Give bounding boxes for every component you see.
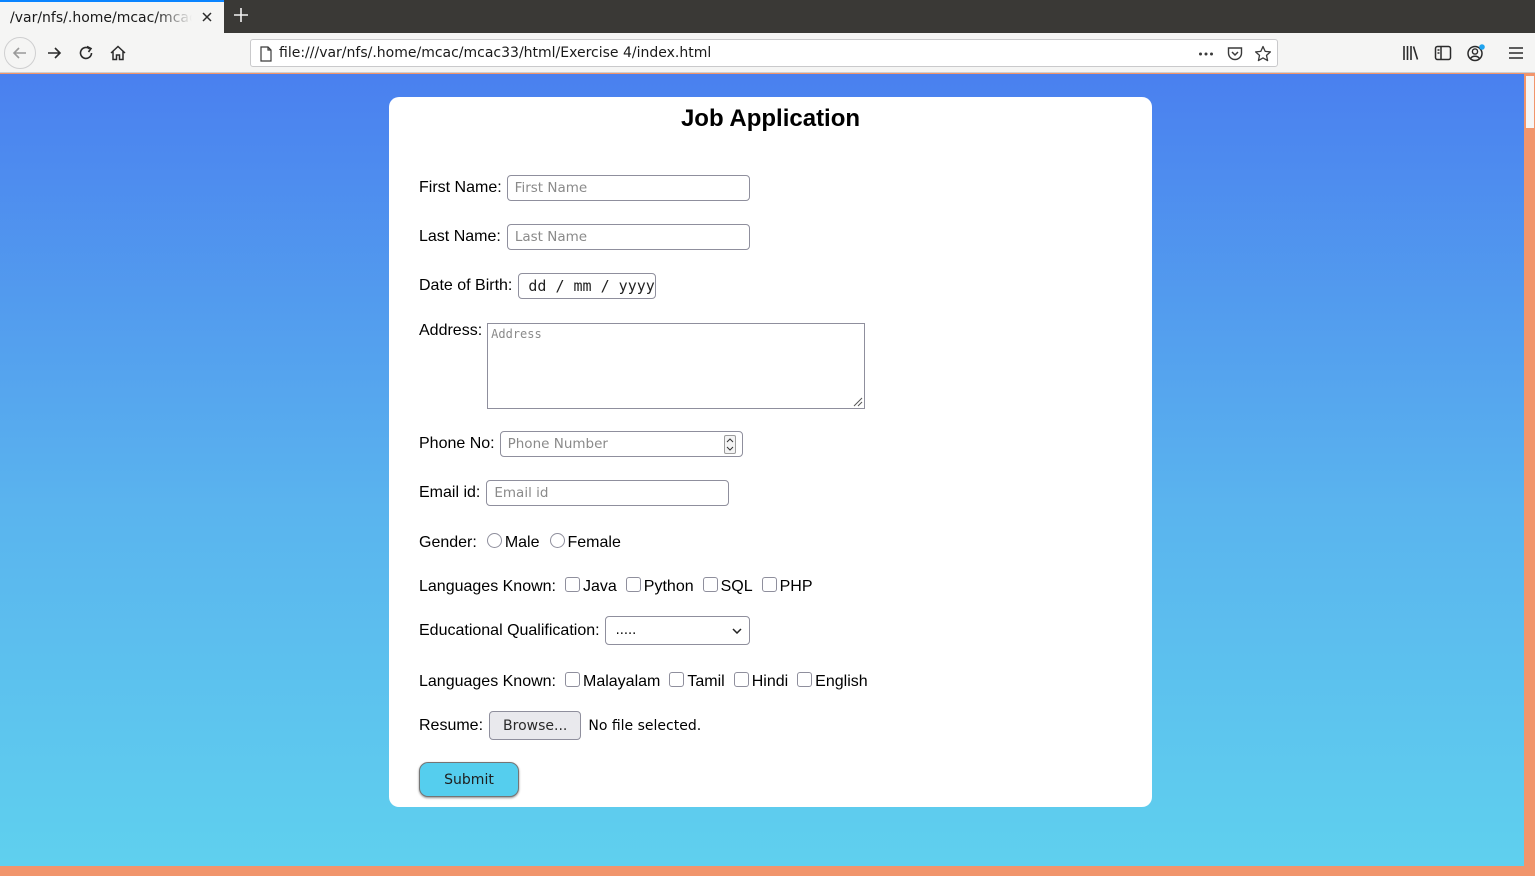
dob-row: Date of Birth: dd / mm / yyyy (419, 273, 657, 299)
tab-title: /var/nfs/.home/mcac/mcac33/html/Exercise… (10, 9, 192, 26)
checkbox-label: Java (583, 578, 617, 595)
chevron-down-icon (732, 623, 742, 638)
spin-down-icon[interactable] (725, 445, 735, 454)
gender-label: Gender: (419, 534, 477, 551)
home-icon[interactable] (102, 37, 134, 69)
menu-icon[interactable] (1506, 43, 1526, 63)
url-text[interactable]: file:///var/nfs/.home/mcac/mcac33/html/E… (279, 45, 711, 61)
dob-input[interactable]: dd / mm / yyyy (518, 273, 657, 299)
pocket-icon[interactable] (1226, 45, 1244, 63)
new-tab-icon[interactable] (232, 6, 250, 24)
forward-icon[interactable] (38, 37, 70, 69)
phone-row: Phone No: Phone Number (419, 431, 743, 457)
checkbox-label: Tamil (687, 673, 725, 690)
checkbox-label: Hindi (751, 673, 789, 690)
checkbox-english[interactable] (797, 671, 813, 687)
checkbox-label: PHP (779, 578, 813, 595)
account-icon[interactable] (1465, 43, 1485, 63)
more-icon[interactable] (1197, 45, 1215, 63)
checkbox-php[interactable] (761, 576, 777, 592)
active-tab[interactable]: /var/nfs/.home/mcac/mcac33/html/Exercise… (0, 0, 224, 33)
address-placeholder: Address (491, 327, 542, 341)
first-name-placeholder: First Name (514, 180, 588, 196)
vertical-scrollbar[interactable] (1524, 74, 1535, 866)
email-row: Email id: Email id (419, 480, 730, 506)
phone-placeholder: Phone Number (507, 436, 608, 452)
checkbox-label: English (815, 673, 868, 690)
checkbox-python[interactable] (625, 576, 641, 592)
dob-placeholder: dd / mm / yyyy (528, 277, 655, 295)
qualification-select[interactable]: ..... (604, 616, 750, 645)
file-status: No file selected. (588, 717, 702, 734)
reload-icon[interactable] (70, 37, 102, 69)
form-title: Job Application (680, 105, 861, 132)
last-name-label: Last Name: (419, 228, 501, 245)
back-icon[interactable] (4, 37, 36, 69)
first-name-input[interactable]: First Name (506, 175, 750, 201)
browse-button[interactable]: Browse... (489, 711, 582, 740)
checkbox-label: Malayalam (583, 673, 661, 690)
address-textarea[interactable]: Address (487, 323, 866, 409)
address-label: Address: (419, 322, 483, 339)
spoken-languages-label: Languages Known: (419, 673, 556, 690)
bookmark-star-icon[interactable] (1254, 45, 1272, 63)
first-name-label: First Name: (419, 179, 502, 196)
tab-strip: /var/nfs/.home/mcac/mcac33/html/Exercise… (0, 0, 1535, 33)
qualification-selected: ..... (615, 623, 637, 638)
spin-up-icon[interactable] (725, 436, 735, 445)
library-icon[interactable] (1401, 43, 1421, 63)
phone-label: Phone No: (419, 435, 495, 452)
email-input[interactable]: Email id (486, 480, 730, 506)
gender-option-label: Male (504, 534, 540, 551)
last-name-row: Last Name: Last Name (419, 224, 750, 250)
checkbox-tamil[interactable] (669, 671, 685, 687)
close-icon[interactable] (200, 10, 214, 24)
dob-label: Date of Birth: (419, 277, 513, 294)
qualification-label: Educational Qualification: (419, 621, 600, 639)
page-bottom-strip (0, 866, 1535, 876)
gender-option-label: Female (567, 534, 621, 551)
checkbox-label: SQL (720, 578, 753, 595)
scrollbar-thumb[interactable] (1526, 76, 1534, 128)
address-bar[interactable]: file:///var/nfs/.home/mcac/mcac33/html/E… (250, 39, 1278, 67)
qualification-row: Educational Qualification: ..... (419, 616, 750, 645)
checkbox-hindi[interactable] (733, 671, 749, 687)
checkbox-java[interactable] (565, 576, 580, 592)
gender-row: Gender: Male Female (419, 532, 621, 552)
sidebar-icon[interactable] (1433, 43, 1453, 63)
checkbox-malayalam[interactable] (565, 671, 580, 687)
spoken-languages-row: Languages Known: Malayalam Tamil Hindi E… (419, 671, 868, 691)
navigation-toolbar: file:///var/nfs/.home/mcac/mcac33/html/E… (0, 33, 1535, 73)
last-name-placeholder: Last Name (514, 229, 588, 245)
email-label: Email id: (419, 484, 481, 501)
phone-input[interactable]: Phone Number (499, 431, 743, 457)
submit-button[interactable]: Submit (419, 762, 519, 797)
number-spinner[interactable] (723, 435, 736, 454)
page-icon (257, 45, 275, 63)
first-name-row: First Name: First Name (419, 175, 750, 201)
resume-row: Resume: Browse... No file selected. (419, 711, 701, 740)
gender-radio-male[interactable] (486, 532, 502, 548)
gender-radio-female[interactable] (549, 532, 565, 548)
checkbox-sql[interactable] (702, 576, 718, 592)
address-row: Address: Address (419, 322, 866, 409)
programming-languages-label: Languages Known: (419, 578, 556, 595)
email-placeholder: Email id (494, 485, 549, 501)
resume-label: Resume: (419, 716, 484, 734)
last-name-input[interactable]: Last Name (506, 224, 750, 250)
checkbox-label: Python (643, 578, 694, 595)
job-application-form: Job Application First Name: First Name L… (389, 97, 1152, 807)
programming-languages-row: Languages Known: Java Python SQL PHP (419, 576, 813, 596)
resize-grip-icon[interactable] (851, 395, 863, 407)
